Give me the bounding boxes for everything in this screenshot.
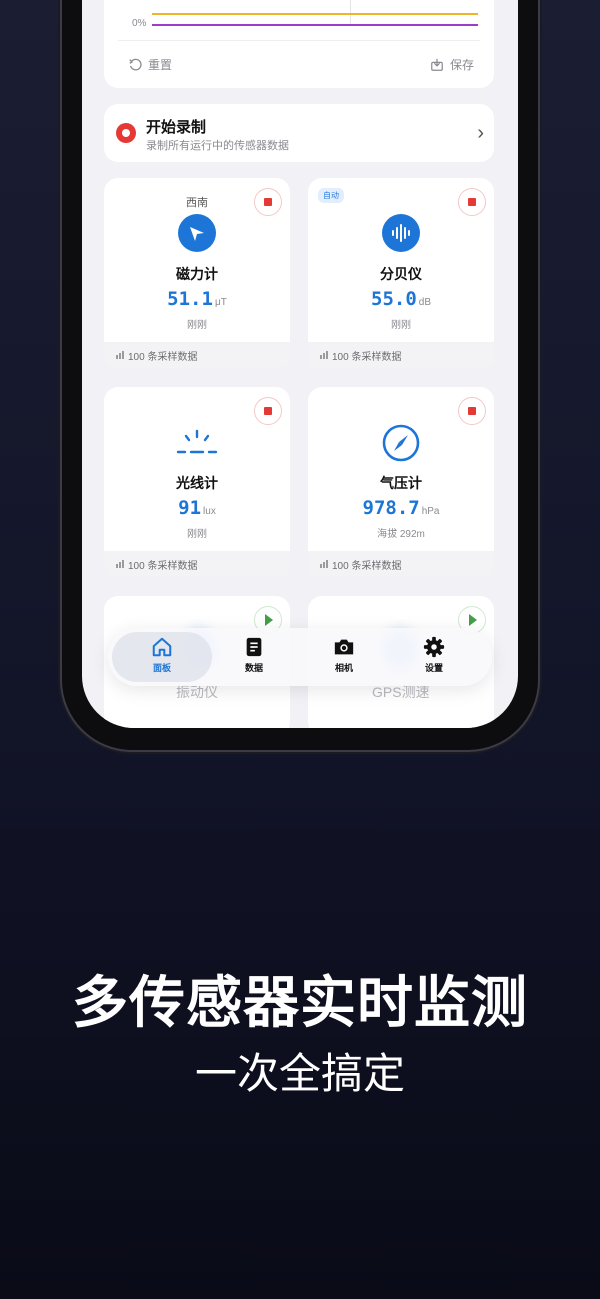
auto-badge: 自动	[318, 188, 344, 203]
sound-wave-icon	[382, 214, 420, 252]
reset-label: 重置	[148, 58, 173, 72]
tab-data[interactable]: 数据	[219, 636, 289, 674]
stop-button[interactable]	[254, 397, 282, 425]
tab-camera[interactable]: 相机	[309, 636, 379, 674]
compass-arrow-icon	[178, 214, 216, 252]
camera-icon	[334, 639, 354, 655]
tab-label: 设置	[424, 663, 443, 673]
sensor-card-magnetometer[interactable]: 西南 磁力计 51.1 μT 刚刚 100 条采样数据	[104, 178, 290, 368]
reset-button[interactable]: 重置	[128, 56, 172, 73]
tab-dashboard[interactable]: 面板	[127, 636, 197, 674]
sensor-reading: 55.0 dB	[308, 288, 494, 310]
sensor-unit: hPa	[421, 506, 440, 517]
sensor-reading: 978.7 hPa	[308, 497, 494, 519]
sensor-card-barometer[interactable]: 气压计 978.7 hPa 海拔 292m 100 条采样数据	[308, 387, 494, 577]
headline-title: 多传感器实时监测	[72, 971, 528, 1034]
sensor-reading: 91 lux	[104, 497, 290, 519]
phone-screen: 0% 重置 保存 开始录制 录制所有运行中的传感器数据 › 西南 磁力计 51.…	[82, 0, 518, 728]
sunrise-icon	[175, 423, 219, 463]
home-icon	[152, 637, 172, 657]
divider	[118, 40, 480, 41]
sensor-reading: 51.1 μT	[104, 288, 290, 310]
sample-count: 100 条采样数据	[308, 551, 494, 577]
sensor-name: 光线计	[176, 475, 218, 491]
sample-count-label: 100 条采样数据	[128, 560, 198, 572]
save-label: 保存	[450, 58, 475, 72]
record-title: 开始录制	[146, 119, 207, 136]
sample-count: 100 条采样数据	[104, 342, 290, 368]
sample-count: 100 条采样数据	[308, 342, 494, 368]
tab-label: 相机	[334, 663, 353, 673]
tab-label: 面板	[152, 663, 171, 673]
sensor-value: 978.7	[362, 497, 420, 519]
gauge-icon	[379, 423, 423, 463]
stop-button[interactable]	[254, 188, 282, 216]
sensor-name: 磁力计	[176, 266, 218, 282]
sample-count-label: 100 条采样数据	[332, 351, 402, 363]
gear-icon	[423, 636, 445, 658]
tab-label: 数据	[244, 663, 263, 673]
chevron-right-icon: ›	[477, 122, 484, 144]
sensor-card-decibel[interactable]: 自动 分贝仪 55.0 dB 刚刚 100 条采样数据	[308, 178, 494, 368]
chart-series-line-yellow	[152, 13, 478, 15]
tab-settings[interactable]: 设置	[399, 636, 469, 674]
sensor-value: 51.1	[167, 288, 213, 310]
signal-bars-icon	[320, 351, 328, 359]
sensor-value: 55.0	[371, 288, 417, 310]
headline-subtitle: 一次全搞定	[194, 1050, 405, 1097]
sensor-time: 刚刚	[391, 320, 411, 331]
sensor-name: 气压计	[380, 475, 422, 491]
sensor-name: 分贝仪	[380, 266, 422, 282]
record-subtitle: 录制所有运行中的传感器数据	[146, 140, 289, 152]
record-icon	[116, 123, 136, 143]
chart-axis-label: 0%	[132, 18, 147, 29]
sensor-card-light[interactable]: 光线计 91 lux 刚刚 100 条采样数据	[104, 387, 290, 577]
sensor-time: 刚刚	[187, 529, 207, 540]
chart-card: 0% 重置 保存	[104, 0, 494, 88]
save-button[interactable]: 保存	[430, 56, 474, 73]
signal-bars-icon	[320, 560, 328, 568]
sensor-unit: dB	[418, 297, 431, 308]
save-icon	[431, 58, 443, 71]
document-icon	[246, 637, 262, 657]
sensor-unit: lux	[203, 506, 216, 517]
sample-count-label: 100 条采样数据	[332, 560, 402, 572]
sensor-value: 91	[178, 497, 202, 519]
stop-button[interactable]	[458, 397, 486, 425]
sample-count-label: 100 条采样数据	[128, 351, 198, 363]
reset-icon	[129, 58, 142, 70]
sensor-time: 海拔 292m	[377, 529, 425, 540]
sensor-time: 刚刚	[187, 320, 207, 331]
signal-bars-icon	[116, 560, 124, 568]
sensor-unit: μT	[214, 297, 227, 308]
tab-bar: 面板 数据 相机 设置	[108, 628, 492, 686]
signal-bars-icon	[116, 351, 124, 359]
stop-button[interactable]	[458, 188, 486, 216]
chart-series-line-purple	[152, 24, 478, 26]
sample-count: 100 条采样数据	[104, 551, 290, 577]
start-recording-row[interactable]: 开始录制 录制所有运行中的传感器数据 ›	[104, 104, 494, 162]
